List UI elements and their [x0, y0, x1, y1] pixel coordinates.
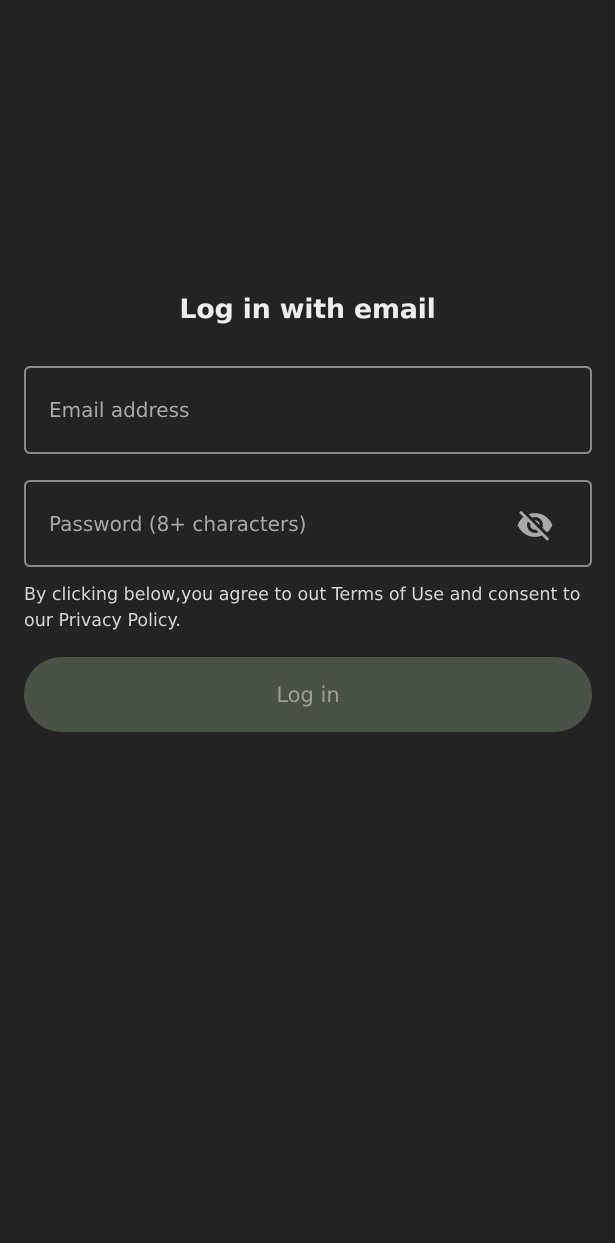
password-visibility-toggle[interactable] — [516, 506, 554, 544]
password-field-container[interactable] — [24, 480, 592, 567]
consent-text: By clicking below,you agree to out Terms… — [24, 585, 581, 631]
page-title: Log in with email — [179, 294, 436, 325]
password-field[interactable] — [49, 482, 489, 565]
login-button[interactable]: Log in — [24, 657, 592, 732]
eye-off-icon — [517, 510, 553, 541]
email-field-container[interactable] — [24, 366, 592, 454]
email-field[interactable] — [49, 368, 489, 452]
